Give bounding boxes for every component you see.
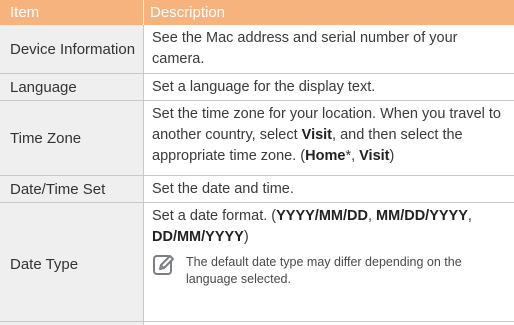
desc-text: , [367,208,377,224]
desc-text: ) [243,229,249,245]
desc-line: Set a date format. (YYYY/MM/DD, MM/DD/YY… [152,206,506,248]
desc-text: , [467,208,472,224]
note-box: The default date type may differ dependi… [152,254,506,288]
row-description: See the Mac address and serial number of… [143,25,514,73]
row-description: Set a language for the display text. [143,74,514,100]
desc-bold: YYYY/MM/DD [276,208,368,224]
desc-bold: DD/MM/YYYY [152,229,244,245]
desc-text: ) [389,148,395,164]
row-description: Set a date format. (YYYY/MM/DD, MM/DD/YY… [143,203,514,325]
row-description: Set the time zone for your location. Whe… [143,101,514,175]
table-row: Time Zone Set the time zone for your loc… [0,101,514,176]
note-text: The default date type may differ dependi… [186,255,462,286]
row-item: Time Zone [0,101,143,175]
row-item: Language [0,74,143,100]
desc-bold: MM/DD/YYYY [376,208,468,224]
desc-bold: Visit [301,127,333,143]
desc-text: Set a date format. ( [152,208,277,224]
header-description: Description [150,4,226,21]
desc-bold: Home [305,148,346,164]
row-description: Set the date and time. [143,176,514,202]
table-header: Item Description [0,0,514,25]
settings-table: Item Description Device Information See … [0,0,514,325]
desc-bold: Visit [359,148,390,164]
note-pencil-icon [152,254,176,276]
header-item: Item [10,4,40,21]
desc-text: *, [345,148,360,164]
table-row: Device Information See the Mac address a… [0,25,514,74]
row-item: Device Information [0,25,143,73]
table-row: Date Type Set a date format. (YYYY/MM/DD… [0,203,514,325]
table-row: Date/Time Set Set the date and time. [0,176,514,203]
row-item: Date/Time Set [0,176,143,202]
table-row: Language Set a language for the display … [0,74,514,101]
row-item: Date Type [0,203,143,325]
